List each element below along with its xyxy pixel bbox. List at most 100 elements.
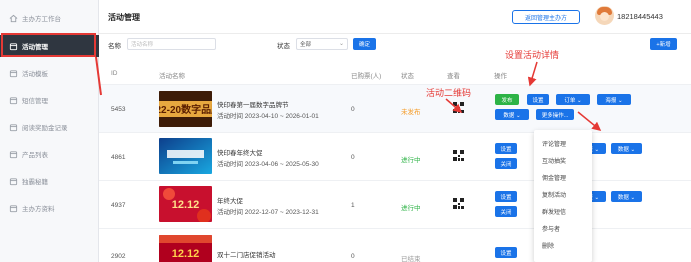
status-select-value: 全部 — [300, 42, 312, 48]
activity-time: 活动时间 2023-04-06 ~ 2025-05-30 — [217, 161, 319, 168]
thumbnail-text: 12.12 — [172, 248, 200, 260]
annotation-settings-note: 设置活动详情 — [505, 50, 560, 60]
activity-table: ID 活动名称 已购票(人) 状态 查看 操作 5453 022-20数字品牌 … — [99, 56, 691, 262]
menu-item-lottery[interactable]: 互动抽奖 — [542, 156, 566, 165]
settings-button[interactable]: 设置 — [495, 143, 517, 154]
column-header: 查看 — [447, 73, 460, 80]
ticket-count: 1 — [351, 202, 355, 209]
row-id: 5453 — [111, 106, 126, 113]
template-icon — [9, 69, 18, 78]
chevron-down-icon: ⌄ — [338, 41, 344, 47]
settings-button[interactable]: 设置 — [527, 94, 549, 105]
status-select[interactable]: 全部 ⌄ — [296, 38, 348, 50]
menu-item-copy-activity[interactable]: 复制活动 — [542, 190, 566, 199]
close-activity-button[interactable]: 关闭 — [495, 158, 517, 169]
activity-thumbnail: 022-20数字品牌 — [159, 91, 212, 127]
table-row: 4937 12.12 年终大促 活动时间 2022-12-07 ~ 2023-1… — [99, 180, 691, 228]
poster-dropdown-button[interactable]: 海报 ⌄ — [597, 94, 631, 105]
activity-thumbnail — [159, 138, 212, 174]
sidebar-item-label: 产品列表 — [22, 152, 48, 159]
activity-name[interactable]: 快印春年终大促 — [217, 147, 263, 157]
status-badge: 未发布 — [401, 109, 421, 116]
avatar[interactable] — [595, 6, 614, 25]
settings-button[interactable]: 设置 — [495, 191, 517, 202]
user-phone[interactable]: 18218445443 — [617, 12, 663, 21]
column-header: 状态 — [401, 73, 414, 80]
add-new-button[interactable]: +新增 — [650, 38, 677, 50]
profile-icon — [9, 204, 18, 213]
table-row: 4861 快印春年终大促 活动时间 2023-04-06 ~ 2025-05-3… — [99, 132, 691, 180]
sms-icon — [9, 96, 18, 105]
app-root: 主办方工作台 活动管理 活动模板 短信管理 阅读奖励金记录 产品列表 独霸秘籍 — [0, 0, 691, 262]
qr-code-icon[interactable] — [453, 102, 464, 113]
thumbnail-text: 022-20数字品牌 — [159, 103, 212, 116]
filter-bar: 名称 活动名称 状态 全部 ⌄ 确定 +新增 — [99, 34, 691, 56]
table-row: 5453 022-20数字品牌 快印春第一届数字品牌节 活动时间 2023-04… — [99, 84, 691, 132]
annotation-qr-note: 活动二维码 — [426, 88, 472, 98]
sidebar-item-reward-records[interactable]: 阅读奖励金记录 — [0, 116, 99, 138]
row-id: 4861 — [111, 154, 126, 161]
thumbnail-art — [159, 138, 212, 174]
qr-code-icon[interactable] — [453, 198, 464, 209]
book-icon — [9, 177, 18, 186]
sidebar-item-sms[interactable]: 短信管理 — [0, 89, 99, 111]
publish-button[interactable]: 发布 — [495, 94, 519, 105]
sidebar-item-label: 阅读奖励金记录 — [22, 125, 68, 132]
sidebar-item-label: 主办方资料 — [22, 206, 55, 213]
more-actions-menu: 评论管理 互动抽奖 佣金管理 复制活动 群发短信 参与者 删除 — [534, 130, 592, 262]
thumbnail-text: 12.12 — [172, 199, 200, 211]
menu-item-comments[interactable]: 评论管理 — [542, 139, 566, 148]
sidebar-item-label: 活动模板 — [22, 71, 48, 78]
sidebar-item-dashboard[interactable]: 主办方工作台 — [0, 7, 99, 29]
reward-icon — [9, 123, 18, 132]
activity-time: 活动时间 2023-04-10 ~ 2026-01-01 — [217, 113, 319, 120]
close-activity-button[interactable]: 关闭 — [495, 206, 517, 217]
confirm-button[interactable]: 确定 — [353, 38, 376, 50]
data-dropdown-button[interactable]: 数据 ⌄ — [611, 191, 642, 202]
sidebar-item-templates[interactable]: 活动模板 — [0, 62, 99, 84]
activity-name[interactable]: 双十二门店促销活动 — [217, 249, 276, 259]
activity-thumbnail: 12.12 — [159, 186, 212, 222]
sidebar-item-organizer-profile[interactable]: 主办方资料 — [0, 197, 99, 219]
ticket-count: 0 — [351, 106, 355, 113]
sidebar-item-guide[interactable]: 独霸秘籍 — [0, 170, 99, 192]
activity-time: 活动时间 2022-12-07 ~ 2023-12-31 — [217, 209, 319, 216]
menu-item-participants[interactable]: 参与者 — [542, 224, 560, 233]
row-id: 2902 — [111, 253, 126, 260]
status-badge: 已结束 — [401, 256, 421, 262]
sidebar-item-label: 主办方工作台 — [22, 16, 61, 23]
menu-item-delete[interactable]: 删除 — [542, 241, 554, 250]
thumbnail-art: 12.12 — [159, 186, 212, 222]
column-header: 活动名称 — [159, 73, 185, 80]
sidebar-item-label: 短信管理 — [22, 98, 48, 105]
column-header: 已购票(人) — [351, 73, 382, 80]
table-row: 2902 12.12 双十二门店促销活动 0 已结束 设置 — [99, 228, 691, 262]
settings-button[interactable]: 设置 — [495, 247, 517, 258]
column-header: ID — [111, 70, 118, 77]
data-dropdown-button[interactable]: 数据 ⌄ — [611, 143, 642, 154]
menu-item-bulk-sms[interactable]: 群发短信 — [542, 207, 566, 216]
sidebar-item-label: 独霸秘籍 — [22, 179, 48, 186]
back-to-organizer-button[interactable]: 返回管理主办方 — [512, 10, 580, 24]
home-icon — [9, 14, 18, 23]
sidebar: 主办方工作台 活动管理 活动模板 短信管理 阅读奖励金记录 产品列表 独霸秘籍 — [0, 0, 99, 262]
status-badge: 进行中 — [401, 157, 421, 164]
more-actions-button[interactable]: 更多操作... — [536, 109, 574, 120]
status-label: 状态 — [277, 43, 290, 50]
activity-thumbnail: 12.12 — [159, 235, 212, 262]
row-id: 4937 — [111, 202, 126, 209]
data-dropdown-button[interactable]: 数据 ⌄ — [495, 109, 529, 120]
highlight-box — [1, 33, 96, 57]
activity-name[interactable]: 快印春第一届数字品牌节 — [217, 99, 289, 109]
top-header: 活动管理 返回管理主办方 18218445443 — [99, 0, 691, 34]
thumbnail-art: 022-20数字品牌 — [159, 91, 212, 127]
order-dropdown-button[interactable]: 订单 ⌄ — [556, 94, 590, 105]
ticket-count: 0 — [351, 154, 355, 161]
activity-name[interactable]: 年终大促 — [217, 195, 243, 205]
qr-code-icon[interactable] — [453, 150, 464, 161]
name-search-input[interactable]: 活动名称 — [127, 38, 216, 50]
status-badge: 进行中 — [401, 205, 421, 212]
sidebar-item-products[interactable]: 产品列表 — [0, 143, 99, 165]
name-label: 名称 — [108, 43, 121, 50]
menu-item-commission[interactable]: 佣金管理 — [542, 173, 566, 182]
